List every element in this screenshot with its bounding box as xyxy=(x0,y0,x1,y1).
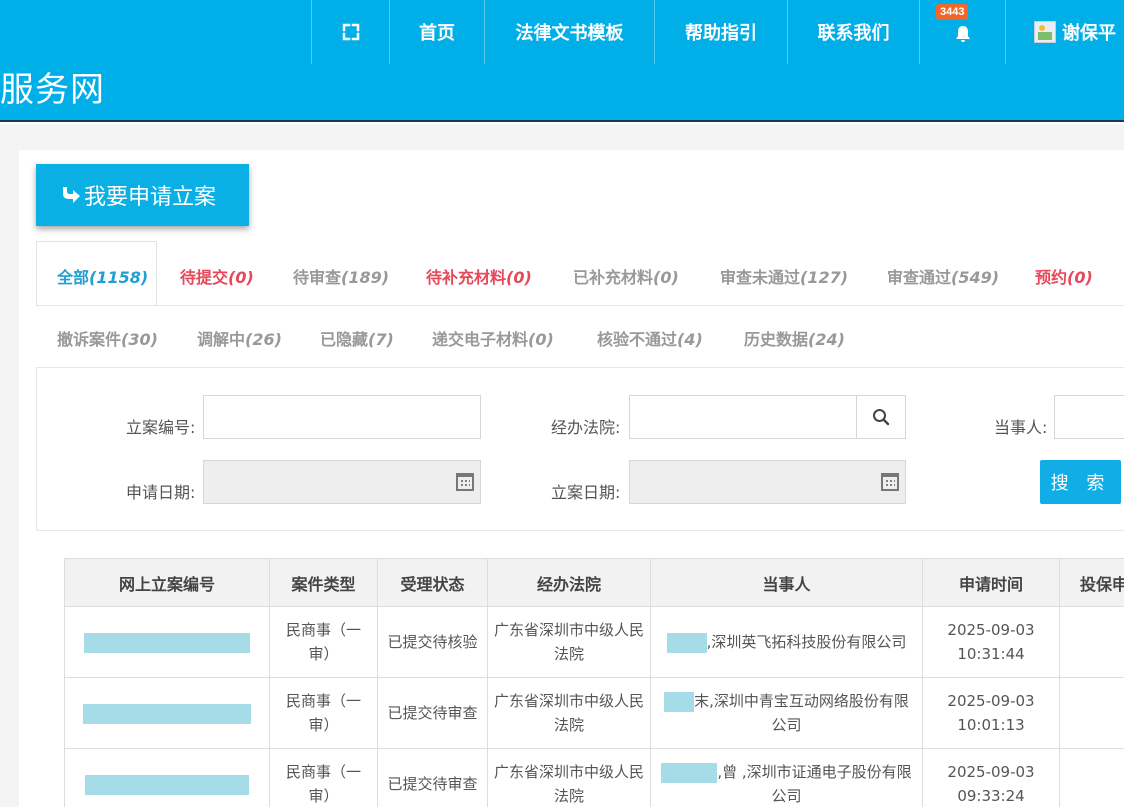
avatar xyxy=(1034,21,1056,43)
tab-materials-added[interactable]: 已补充材料(0) xyxy=(573,264,679,288)
calendar-icon xyxy=(456,473,474,491)
user-menu[interactable]: 谢保平 xyxy=(1005,0,1124,64)
tab-history[interactable]: 历史数据(24) xyxy=(744,326,845,350)
apply-time-cell: 2025-09-03 10:01:13 xyxy=(922,677,1060,749)
col-case-type[interactable]: 案件类型 xyxy=(269,558,378,607)
table-row[interactable]: 民商事（一审） 已提交待审查 广东省深圳市中级人民法院 末,深圳中青宝互动网络股… xyxy=(64,677,1124,749)
redaction-block xyxy=(664,691,695,712)
site-title: 服务网 xyxy=(0,70,105,110)
insurance-cell xyxy=(1059,748,1124,807)
fullscreen-button[interactable] xyxy=(311,0,389,64)
col-status[interactable]: 受理状态 xyxy=(377,558,488,607)
share-arrow-icon xyxy=(63,187,80,203)
filing-date-input[interactable] xyxy=(629,460,906,504)
tab-appointment[interactable]: 预约(0) xyxy=(1035,264,1093,288)
tabs-divider xyxy=(36,305,1124,306)
case-no-label: 立案编号: xyxy=(126,418,196,437)
case-no-cell[interactable] xyxy=(64,606,270,678)
redaction-block xyxy=(83,703,251,724)
status-cell: 已提交待核验 xyxy=(377,606,488,678)
apply-time-cell: 2025-09-03 09:33:24 xyxy=(922,748,1060,807)
tab-pending-review[interactable]: 待审查(189) xyxy=(293,264,389,288)
notification-badge: 3443 xyxy=(936,4,969,20)
party-cell: ,深圳英飞拓科技股份有限公司 xyxy=(650,606,923,678)
nav-help[interactable]: 帮助指引 xyxy=(654,0,787,64)
col-case-no[interactable]: 网上立案编号 xyxy=(64,558,270,607)
nav-home[interactable]: 首页 xyxy=(389,0,484,64)
court-input[interactable] xyxy=(629,395,857,439)
col-insurance[interactable]: 投保申 xyxy=(1059,558,1124,607)
tab-review-failed[interactable]: 审查未通过(127) xyxy=(720,264,848,288)
col-party[interactable]: 当事人 xyxy=(650,558,923,607)
redaction-block xyxy=(85,774,249,795)
tab-withdrawn[interactable]: 撤诉案件(30) xyxy=(57,326,158,350)
case-table: 网上立案编号 案件类型 受理状态 经办法院 当事人 申请时间 投保申 民商事（一… xyxy=(64,558,1124,807)
table-header-row: 网上立案编号 案件类型 受理状态 经办法院 当事人 申请时间 投保申 xyxy=(64,558,1124,607)
case-no-cell[interactable] xyxy=(64,748,270,807)
tab-e-materials[interactable]: 递交电子材料(0) xyxy=(432,326,554,350)
search-button[interactable]: 搜 索 xyxy=(1040,460,1121,504)
table-row[interactable]: 民商事（一审） 已提交待核验 广东省深圳市中级人民法院 ,深圳英飞拓科技股份有限… xyxy=(64,606,1124,678)
insurance-cell xyxy=(1059,606,1124,678)
apply-case-button[interactable]: 我要申请立案 xyxy=(36,164,249,226)
nav-templates[interactable]: 法律文书模板 xyxy=(484,0,654,64)
search-form xyxy=(36,367,1124,531)
expand-icon xyxy=(342,23,359,41)
tab-all[interactable]: 全部(1158) xyxy=(57,264,148,288)
tab-pending-submit[interactable]: 待提交(0) xyxy=(180,264,254,288)
insurance-cell xyxy=(1059,677,1124,749)
filing-date-label: 立案日期: xyxy=(551,483,621,502)
party-cell: ,曾 ,深圳市证通电子股份有限公司 xyxy=(650,748,923,807)
table-row[interactable]: 民商事（一审） 已提交待审查 广东省深圳市中级人民法院 ,曾 ,深圳市证通电子股… xyxy=(64,748,1124,807)
tab-hidden[interactable]: 已隐藏(7) xyxy=(320,326,394,350)
apply-time-cell: 2025-09-03 10:31:44 xyxy=(922,606,1060,678)
tab-verify-failed[interactable]: 核验不通过(4) xyxy=(597,326,703,350)
court-cell: 广东省深圳市中级人民法院 xyxy=(487,677,651,749)
apply-case-label: 我要申请立案 xyxy=(84,185,217,210)
party-input[interactable] xyxy=(1054,395,1124,439)
calendar-icon xyxy=(881,473,899,491)
col-apply-time[interactable]: 申请时间 xyxy=(922,558,1060,607)
user-name: 谢保平 xyxy=(1062,23,1116,44)
search-icon xyxy=(873,409,890,426)
party-label: 当事人: xyxy=(994,418,1048,437)
court-cell: 广东省深圳市中级人民法院 xyxy=(487,748,651,807)
case-type-cell: 民商事（一审） xyxy=(269,606,378,678)
court-cell: 广东省深圳市中级人民法院 xyxy=(487,606,651,678)
apply-date-input[interactable] xyxy=(203,460,481,504)
court-search-button[interactable] xyxy=(856,395,906,439)
case-type-cell: 民商事（一审） xyxy=(269,677,378,749)
court-label: 经办法院: xyxy=(551,418,621,437)
nav-contact[interactable]: 联系我们 xyxy=(787,0,919,64)
tab-need-materials[interactable]: 待补充材料(0) xyxy=(426,264,532,288)
status-cell: 已提交待审查 xyxy=(377,748,488,807)
top-header: 服务网 首页 法律文书模板 帮助指引 联系我们 3443 谢保平 xyxy=(0,0,1124,122)
status-cell: 已提交待审查 xyxy=(377,677,488,749)
col-court[interactable]: 经办法院 xyxy=(487,558,651,607)
bell-icon xyxy=(955,26,970,42)
tab-review-passed[interactable]: 审查通过(549) xyxy=(887,264,999,288)
redaction-block xyxy=(84,632,250,653)
case-type-cell: 民商事（一审） xyxy=(269,748,378,807)
party-cell: 末,深圳中青宝互动网络股份有限公司 xyxy=(650,677,923,749)
case-no-cell[interactable] xyxy=(64,677,270,749)
redaction-block xyxy=(666,632,707,653)
case-no-input[interactable] xyxy=(203,395,481,439)
apply-date-label: 申请日期: xyxy=(126,483,196,502)
tab-mediation[interactable]: 调解中(26) xyxy=(197,326,282,350)
redaction-block xyxy=(661,762,718,783)
